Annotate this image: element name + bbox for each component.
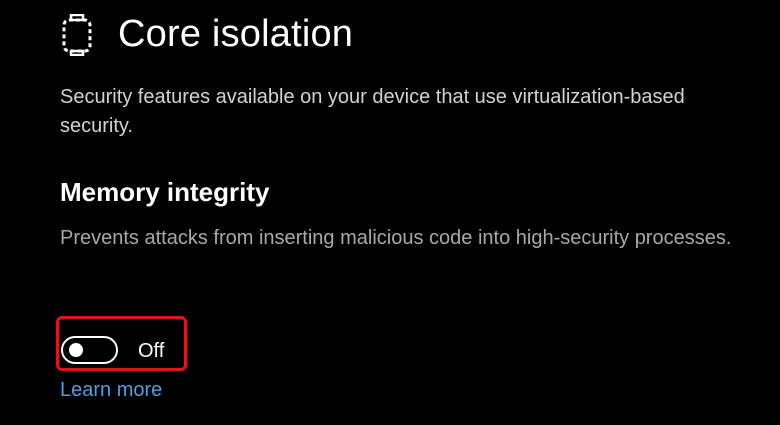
core-isolation-chip-icon — [60, 10, 94, 60]
page-title: Core isolation — [118, 13, 354, 55]
toggle-state-label: Off — [138, 340, 165, 362]
learn-more-link[interactable]: Learn more — [60, 377, 162, 403]
memory-integrity-description: Prevents attacks from inserting maliciou… — [60, 227, 732, 249]
toggle-knob — [69, 343, 83, 357]
memory-integrity-toggle[interactable] — [61, 336, 118, 364]
page-description: Security features available on your devi… — [60, 86, 685, 137]
memory-integrity-heading: Memory integrity — [60, 177, 270, 207]
